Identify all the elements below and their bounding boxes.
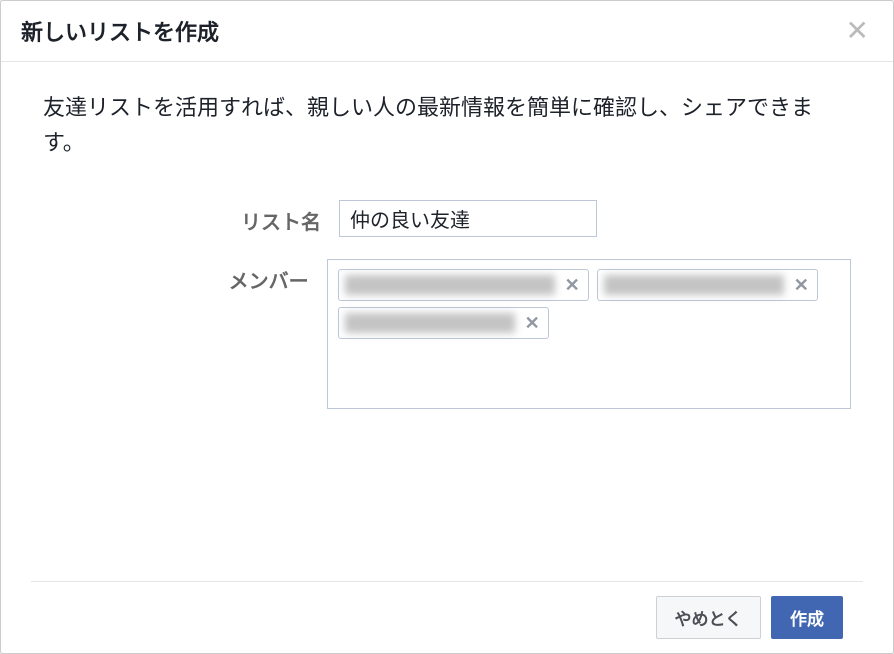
close-icon[interactable]: ✕: [842, 17, 873, 45]
member-chip: ✕: [338, 307, 549, 339]
remove-member-icon[interactable]: ✕: [521, 312, 544, 334]
member-chip: ✕: [338, 269, 589, 301]
dialog-title: 新しいリストを作成: [21, 15, 219, 47]
members-label: メンバー: [43, 259, 327, 294]
members-row: メンバー ✕ ✕ ✕: [43, 259, 851, 409]
list-name-label: リスト名: [43, 200, 339, 235]
list-name-row: リスト名: [43, 200, 851, 237]
dialog-header: 新しいリストを作成 ✕: [1, 1, 893, 62]
list-name-input[interactable]: [339, 200, 597, 237]
members-input-box[interactable]: ✕ ✕ ✕: [327, 259, 851, 409]
member-chip: ✕: [597, 269, 818, 301]
remove-member-icon[interactable]: ✕: [561, 274, 584, 296]
member-chip-name: [345, 313, 515, 333]
member-chip-name: [345, 275, 555, 295]
member-chip-name: [604, 275, 784, 295]
dialog-body: 友達リストを活用すれば、親しい人の最新情報を簡単に確認し、シェアできます。 リス…: [1, 62, 893, 581]
create-list-dialog: 新しいリストを作成 ✕ 友達リストを活用すれば、親しい人の最新情報を簡単に確認し…: [0, 0, 894, 654]
dialog-description: 友達リストを活用すれば、親しい人の最新情報を簡単に確認し、シェアできます。: [43, 90, 851, 160]
create-button[interactable]: 作成: [771, 596, 843, 639]
remove-member-icon[interactable]: ✕: [790, 274, 813, 296]
dialog-footer: やめとく 作成: [31, 581, 863, 653]
cancel-button[interactable]: やめとく: [656, 596, 762, 639]
